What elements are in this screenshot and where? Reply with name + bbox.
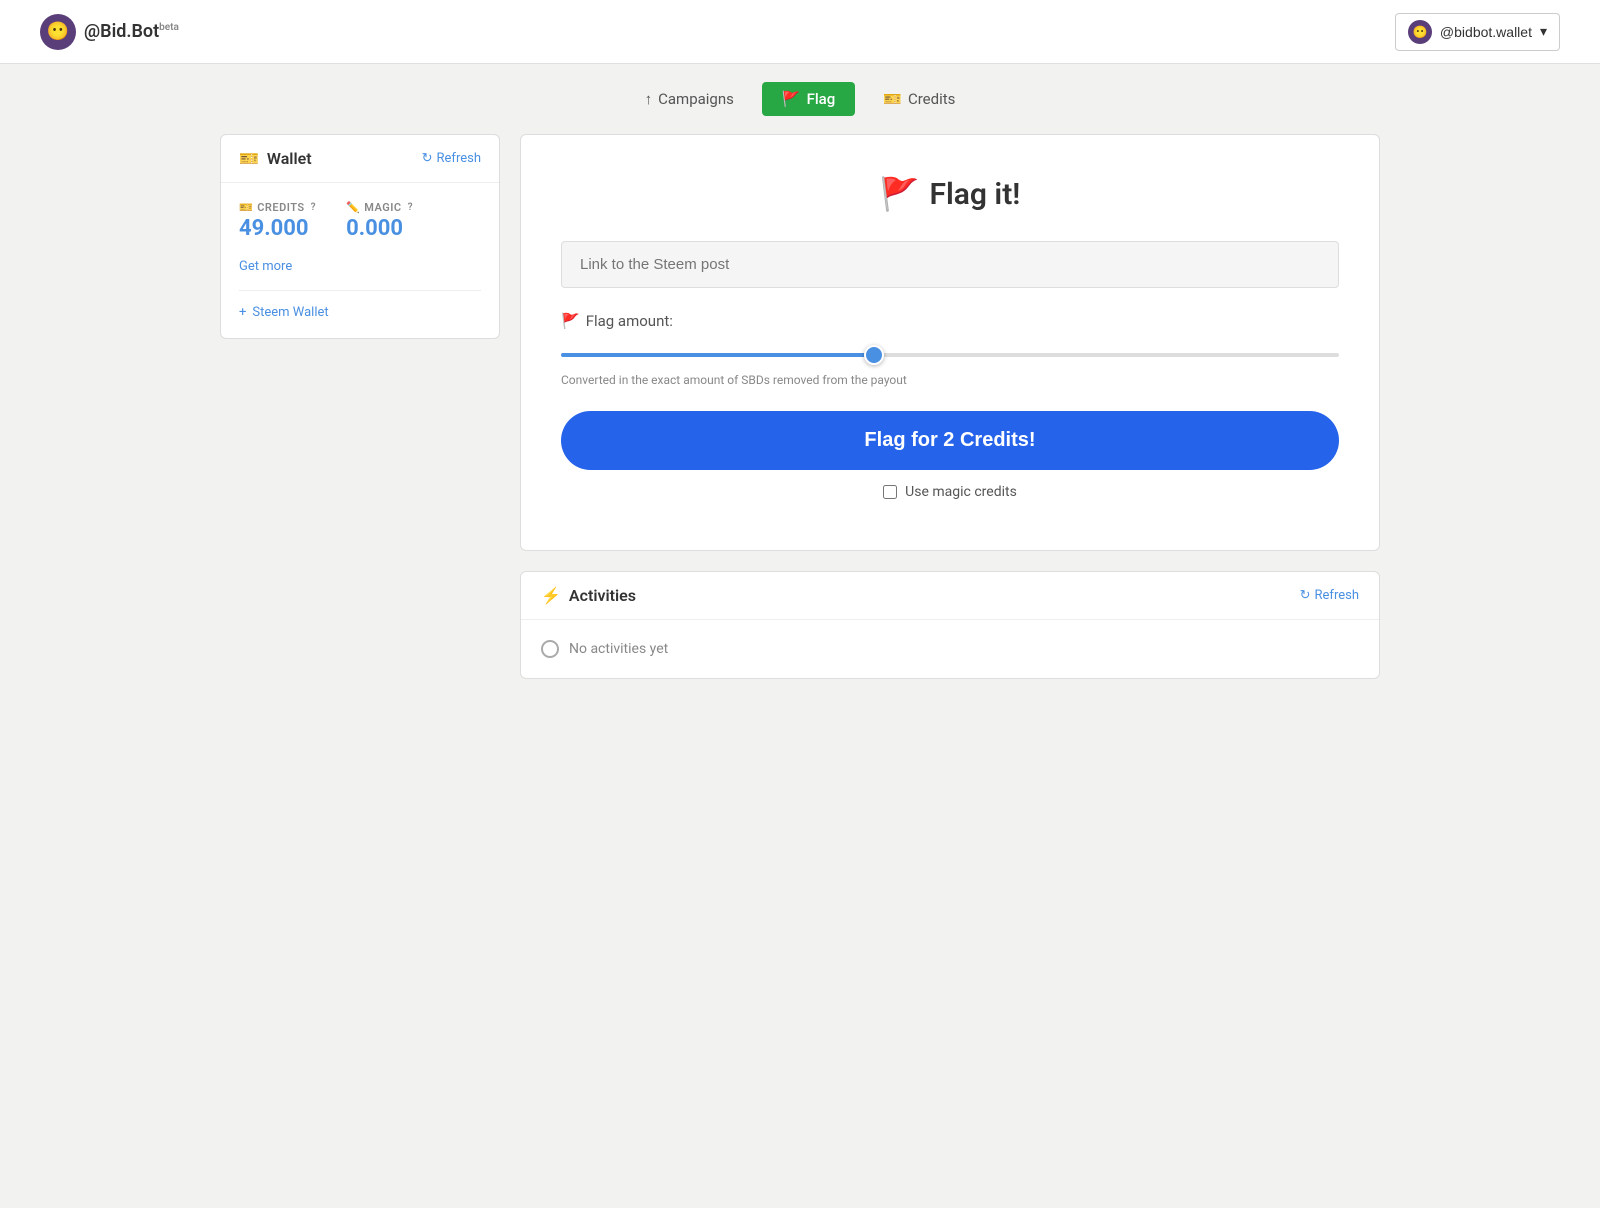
flag-amount-label: 🚩 Flag amount: xyxy=(561,312,1339,330)
logo-area: 😶 @Bid.Botbeta xyxy=(40,14,179,50)
activities-body: No activities yet xyxy=(521,620,1379,678)
nav-item-credits[interactable]: 🎫 Credits xyxy=(863,82,975,116)
main-layout: 🎫 Wallet ↻ Refresh 🎫 CREDITS ? xyxy=(100,134,1500,679)
main-content: 🚩 Flag it! 🚩 Flag amount: Converted in t… xyxy=(520,134,1380,679)
app-title: @Bid.Botbeta xyxy=(84,21,179,42)
flag-nav-icon: 🚩 xyxy=(782,90,801,108)
header: 😶 @Bid.Botbeta 😶 @bidbot.wallet ▾ xyxy=(0,0,1600,64)
sidebar: 🎫 Wallet ↻ Refresh 🎫 CREDITS ? xyxy=(220,134,500,679)
activities-title: ⚡ Activities xyxy=(541,586,636,605)
nav-item-flag[interactable]: 🚩 Flag xyxy=(762,82,855,116)
magic-value: 0.000 xyxy=(346,216,413,241)
nav-bar: ↑ Campaigns 🚩 Flag 🎫 Credits xyxy=(0,64,1600,134)
nav-credits-label: Credits xyxy=(908,90,955,108)
post-url-input[interactable] xyxy=(561,241,1339,288)
wallet-title: 🎫 Wallet xyxy=(239,149,312,168)
credits-label: 🎫 CREDITS ? xyxy=(239,201,316,214)
credits-icon: 🎫 xyxy=(239,201,253,214)
activities-refresh-button[interactable]: ↻ Refresh xyxy=(1300,588,1359,603)
flag-card: 🚩 Flag it! 🚩 Flag amount: Converted in t… xyxy=(520,134,1380,551)
activities-refresh-icon: ↻ xyxy=(1300,588,1311,603)
nav-flag-label: Flag xyxy=(807,90,836,108)
dropdown-arrow-icon: ▾ xyxy=(1540,23,1547,40)
activities-header: ⚡ Activities ↻ Refresh xyxy=(521,572,1379,620)
credits-row: 🎫 CREDITS ? 49.000 ✏️ MAGIC ? 0.000 xyxy=(239,201,481,241)
flag-title: 🚩 Flag it! xyxy=(561,175,1339,213)
flag-submit-button[interactable]: Flag for 2 Credits! xyxy=(561,411,1339,470)
wallet-refresh-button[interactable]: ↻ Refresh xyxy=(422,151,481,166)
steem-wallet-link[interactable]: + Steem Wallet xyxy=(239,290,481,320)
flag-amount-slider[interactable] xyxy=(561,353,1339,357)
slider-note: Converted in the exact amount of SBDs re… xyxy=(561,373,1339,387)
flag-amount-icon: 🚩 xyxy=(561,312,580,330)
credits-nav-icon: 🎫 xyxy=(883,90,902,108)
no-activities-message: No activities yet xyxy=(541,640,1359,658)
activities-card: ⚡ Activities ↻ Refresh No activities yet xyxy=(520,571,1380,679)
activities-icon: ⚡ xyxy=(541,586,561,605)
empty-circle-icon xyxy=(541,640,559,658)
user-avatar: 😶 xyxy=(1408,20,1432,44)
wallet-dropdown-button[interactable]: 😶 @bidbot.wallet ▾ xyxy=(1395,13,1560,51)
steem-wallet-icon: + xyxy=(239,305,246,320)
logo-icon: 😶 xyxy=(40,14,76,50)
wallet-card: 🎫 Wallet ↻ Refresh 🎫 CREDITS ? xyxy=(220,134,500,339)
wallet-username: @bidbot.wallet xyxy=(1440,24,1532,40)
magic-label: ✏️ MAGIC ? xyxy=(346,201,413,214)
wallet-card-body: 🎫 CREDITS ? 49.000 ✏️ MAGIC ? 0.000 xyxy=(221,183,499,338)
refresh-icon: ↻ xyxy=(422,151,433,166)
campaigns-icon: ↑ xyxy=(645,90,653,108)
get-more-link[interactable]: Get more xyxy=(239,259,292,274)
logo-emoji: 😶 xyxy=(47,21,69,42)
magic-item: ✏️ MAGIC ? 0.000 xyxy=(346,201,413,241)
wallet-icon: 🎫 xyxy=(239,149,259,168)
slider-container xyxy=(561,342,1339,361)
magic-credits-checkbox[interactable] xyxy=(883,485,897,499)
nav-campaigns-label: Campaigns xyxy=(658,90,734,108)
wallet-card-header: 🎫 Wallet ↻ Refresh xyxy=(221,135,499,183)
nav-item-campaigns[interactable]: ↑ Campaigns xyxy=(625,82,754,116)
magic-credits-label: Use magic credits xyxy=(905,484,1017,500)
credits-value: 49.000 xyxy=(239,216,316,241)
credits-item: 🎫 CREDITS ? 49.000 xyxy=(239,201,316,241)
flag-title-icon: 🚩 xyxy=(880,175,920,213)
magic-icon: ✏️ xyxy=(346,201,360,214)
magic-credits-row: Use magic credits xyxy=(561,484,1339,500)
